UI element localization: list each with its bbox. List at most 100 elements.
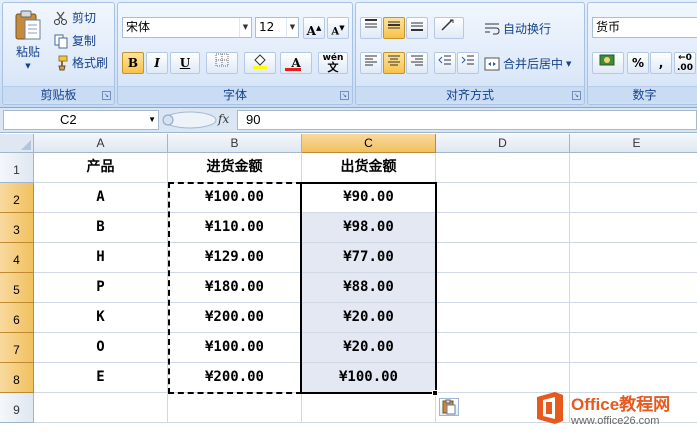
cell-d4[interactable] [436, 243, 570, 273]
row-header-5[interactable]: 5 [0, 273, 34, 303]
cell-c1[interactable]: 出货金额 [302, 153, 436, 183]
insert-function-button[interactable]: fx [218, 112, 229, 126]
dialog-launcher-icon[interactable]: ↘ [340, 91, 349, 100]
cell-e5[interactable] [570, 273, 697, 303]
cell-a3[interactable]: B [34, 213, 168, 243]
merge-center-button[interactable]: 合并后居中 ▼ [484, 55, 571, 72]
cell-b3[interactable]: ¥110.00 [168, 213, 302, 243]
percent-style-button[interactable]: % [627, 52, 649, 74]
cell-c4[interactable]: ¥77.00 [302, 243, 436, 273]
cell-d6[interactable] [436, 303, 570, 333]
shrink-font-button[interactable]: A▼ [327, 17, 349, 39]
fill-handle[interactable] [432, 390, 438, 396]
cell-a2[interactable]: A [34, 183, 168, 213]
cut-button[interactable]: 剪切 [53, 9, 96, 26]
cell-b2[interactable]: ¥100.00 [168, 183, 302, 213]
row-header-4[interactable]: 4 [0, 243, 34, 273]
number-format-select[interactable]: 货币 [592, 17, 697, 38]
chevron-down-icon[interactable]: ▼ [286, 18, 298, 37]
column-header-b[interactable]: B [168, 134, 302, 153]
cell-e6[interactable] [570, 303, 697, 333]
fill-color-button[interactable] [244, 52, 276, 74]
grow-font-button[interactable]: A▲ [303, 17, 325, 39]
formula-input[interactable]: 90 [237, 110, 697, 130]
chevron-down-icon[interactable]: ▼ [566, 60, 571, 68]
cell-b4[interactable]: ¥129.00 [168, 243, 302, 273]
cell-b8[interactable]: ¥200.00 [168, 363, 302, 393]
copy-button[interactable]: 复制 [53, 32, 96, 49]
align-bottom-button[interactable] [406, 17, 428, 39]
cell-a4[interactable]: H [34, 243, 168, 273]
dialog-launcher-icon[interactable]: ↘ [102, 91, 111, 100]
cell-d1[interactable] [436, 153, 570, 183]
cell-e3[interactable] [570, 213, 697, 243]
name-box[interactable]: C2 ▼ [3, 110, 159, 130]
chevron-down-icon[interactable]: ▼ [239, 18, 251, 37]
align-center-button[interactable] [383, 52, 405, 74]
italic-button[interactable]: I [146, 52, 168, 74]
font-name-select[interactable]: 宋体 ▼ [122, 17, 252, 38]
row-header-9[interactable]: 9 [0, 393, 34, 423]
cell-a5[interactable]: P [34, 273, 168, 303]
cell-e7[interactable] [570, 333, 697, 363]
align-middle-button[interactable] [383, 17, 405, 39]
format-painter-button[interactable]: 格式刷 [53, 54, 108, 71]
cell-e1[interactable] [570, 153, 697, 183]
wrap-text-button[interactable]: 自动换行 [484, 20, 551, 37]
cell-b1[interactable]: 进货金额 [168, 153, 302, 183]
cell-d5[interactable] [436, 273, 570, 303]
column-header-d[interactable]: D [436, 134, 570, 153]
cell-c3[interactable]: ¥98.00 [302, 213, 436, 243]
row-header-8[interactable]: 8 [0, 363, 34, 393]
borders-button[interactable] [206, 52, 238, 74]
paste-button[interactable]: 粘贴 ▼ [9, 9, 47, 70]
cell-d3[interactable] [436, 213, 570, 243]
select-all-button[interactable] [0, 134, 34, 153]
cell-c9[interactable] [302, 393, 436, 423]
column-header-a[interactable]: A [34, 134, 168, 153]
chevron-down-icon[interactable]: ▼ [148, 111, 156, 129]
cell-d7[interactable] [436, 333, 570, 363]
cell-b7[interactable]: ¥100.00 [168, 333, 302, 363]
row-header-1[interactable]: 1 [0, 153, 34, 183]
increase-decimal-button[interactable]: ←0.00 [674, 52, 696, 74]
underline-button[interactable]: U [170, 52, 200, 74]
row-header-2[interactable]: 2 [0, 183, 34, 213]
align-left-button[interactable] [360, 52, 382, 74]
accounting-format-button[interactable] [592, 52, 624, 74]
cell-a8[interactable]: E [34, 363, 168, 393]
bold-button[interactable]: B [122, 52, 144, 74]
phonetic-button[interactable]: wén 文 [318, 52, 348, 74]
cell-c5[interactable]: ¥88.00 [302, 273, 436, 303]
font-size-select[interactable]: 12 ▼ [255, 17, 299, 38]
align-top-button[interactable] [360, 17, 382, 39]
align-right-button[interactable] [406, 52, 428, 74]
cell-b6[interactable]: ¥200.00 [168, 303, 302, 333]
column-header-e[interactable]: E [570, 134, 697, 153]
decrease-indent-button[interactable] [434, 52, 456, 74]
cell-a1[interactable]: 产品 [34, 153, 168, 183]
cell-a7[interactable]: O [34, 333, 168, 363]
cell-b9[interactable] [168, 393, 302, 423]
increase-indent-button[interactable] [457, 52, 479, 74]
dialog-launcher-icon[interactable]: ↘ [572, 91, 581, 100]
row-header-6[interactable]: 6 [0, 303, 34, 333]
cell-a6[interactable]: K [34, 303, 168, 333]
paste-options-button[interactable] [439, 398, 459, 416]
comma-style-button[interactable]: , [650, 52, 672, 74]
orientation-button[interactable] [434, 17, 464, 39]
row-header-7[interactable]: 7 [0, 333, 34, 363]
cell-c8[interactable]: ¥100.00 [302, 363, 436, 393]
cell-c2[interactable]: ¥90.00 [302, 183, 436, 213]
column-header-c[interactable]: C [302, 134, 436, 153]
cell-d2[interactable] [436, 183, 570, 213]
cell-a9[interactable] [34, 393, 168, 423]
font-color-button[interactable]: A [280, 52, 312, 74]
cell-c7[interactable]: ¥20.00 [302, 333, 436, 363]
cell-c6[interactable]: ¥20.00 [302, 303, 436, 333]
orientation-icon [440, 19, 458, 35]
row-header-3[interactable]: 3 [0, 213, 34, 243]
cell-e2[interactable] [570, 183, 697, 213]
cell-b5[interactable]: ¥180.00 [168, 273, 302, 303]
cell-e4[interactable] [570, 243, 697, 273]
